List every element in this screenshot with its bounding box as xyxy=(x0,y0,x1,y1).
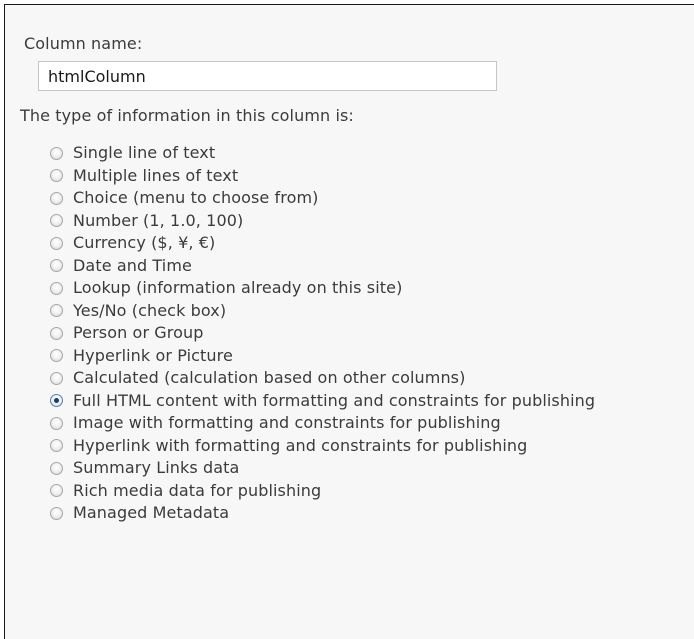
column-name-label: Column name: xyxy=(24,34,143,53)
radio-button[interactable] xyxy=(50,461,63,475)
column-type-option-label: Multiple lines of text xyxy=(73,165,239,185)
radio-button-selected[interactable] xyxy=(50,394,63,408)
column-type-option[interactable]: Managed Metadata xyxy=(50,502,595,525)
radio-button[interactable] xyxy=(50,506,63,520)
column-type-option[interactable]: Single line of text xyxy=(50,142,595,165)
column-type-option-label: Managed Metadata xyxy=(73,503,230,523)
radio-button[interactable] xyxy=(50,259,63,273)
radio-button[interactable] xyxy=(50,169,63,183)
column-type-option-label: Lookup (information already on this site… xyxy=(73,278,403,298)
column-type-label: The type of information in this column i… xyxy=(20,106,354,125)
column-type-option-label: Number (1, 1.0, 100) xyxy=(73,210,244,230)
column-type-option[interactable]: Rich media data for publishing xyxy=(50,480,595,503)
radio-button[interactable] xyxy=(50,416,63,430)
radio-button[interactable] xyxy=(50,191,63,205)
column-type-options: Single line of text Multiple lines of tex… xyxy=(50,142,595,525)
column-type-option[interactable]: Choice (menu to choose from) xyxy=(50,187,595,210)
column-type-option[interactable]: Currency ($, ¥, €) xyxy=(50,232,595,255)
column-type-option[interactable]: Calculated (calculation based on other c… xyxy=(50,367,595,390)
radio-button[interactable] xyxy=(50,236,63,250)
column-type-option-label: Hyperlink or Picture xyxy=(73,345,233,365)
column-type-option-label: Calculated (calculation based on other c… xyxy=(73,368,466,388)
column-type-option[interactable]: Summary Links data xyxy=(50,457,595,480)
column-type-option[interactable]: Image with formatting and constraints fo… xyxy=(50,412,595,435)
column-type-option-label: Yes/No (check box) xyxy=(73,300,227,320)
column-type-option-label: Full HTML content with formatting and co… xyxy=(73,390,596,410)
column-type-option-label: Person or Group xyxy=(73,323,204,343)
column-name-input[interactable] xyxy=(38,61,497,91)
radio-button[interactable] xyxy=(50,146,63,160)
column-type-option-label: Summary Links data xyxy=(73,458,240,478)
column-type-option[interactable]: Full HTML content with formatting and co… xyxy=(50,390,595,413)
column-type-option-label: Rich media data for publishing xyxy=(73,480,322,500)
column-type-option[interactable]: Person or Group xyxy=(50,322,595,345)
column-type-option[interactable]: Hyperlink or Picture xyxy=(50,345,595,368)
column-type-option-label: Currency ($, ¥, €) xyxy=(73,233,216,253)
column-type-option[interactable]: Hyperlink with formatting and constraint… xyxy=(50,435,595,458)
column-type-option-label: Date and Time xyxy=(73,255,192,275)
radio-button[interactable] xyxy=(50,214,63,228)
column-type-option-label: Image with formatting and constraints fo… xyxy=(73,413,501,433)
radio-button[interactable] xyxy=(50,349,63,363)
column-type-option[interactable]: Number (1, 1.0, 100) xyxy=(50,210,595,233)
column-type-option-label: Hyperlink with formatting and constraint… xyxy=(73,435,528,455)
column-type-option[interactable]: Date and Time xyxy=(50,255,595,278)
radio-button[interactable] xyxy=(50,281,63,295)
column-type-option-label: Choice (menu to choose from) xyxy=(73,188,319,208)
radio-button[interactable] xyxy=(50,484,63,498)
column-settings-panel: Column name: The type of information in … xyxy=(4,4,694,639)
radio-button[interactable] xyxy=(50,371,63,385)
radio-button[interactable] xyxy=(50,439,63,453)
column-type-option[interactable]: Multiple lines of text xyxy=(50,165,595,188)
column-type-option[interactable]: Yes/No (check box) xyxy=(50,300,595,323)
radio-button[interactable] xyxy=(50,326,63,340)
radio-button[interactable] xyxy=(50,304,63,318)
column-type-option[interactable]: Lookup (information already on this site… xyxy=(50,277,595,300)
column-type-option-label: Single line of text xyxy=(73,143,216,163)
